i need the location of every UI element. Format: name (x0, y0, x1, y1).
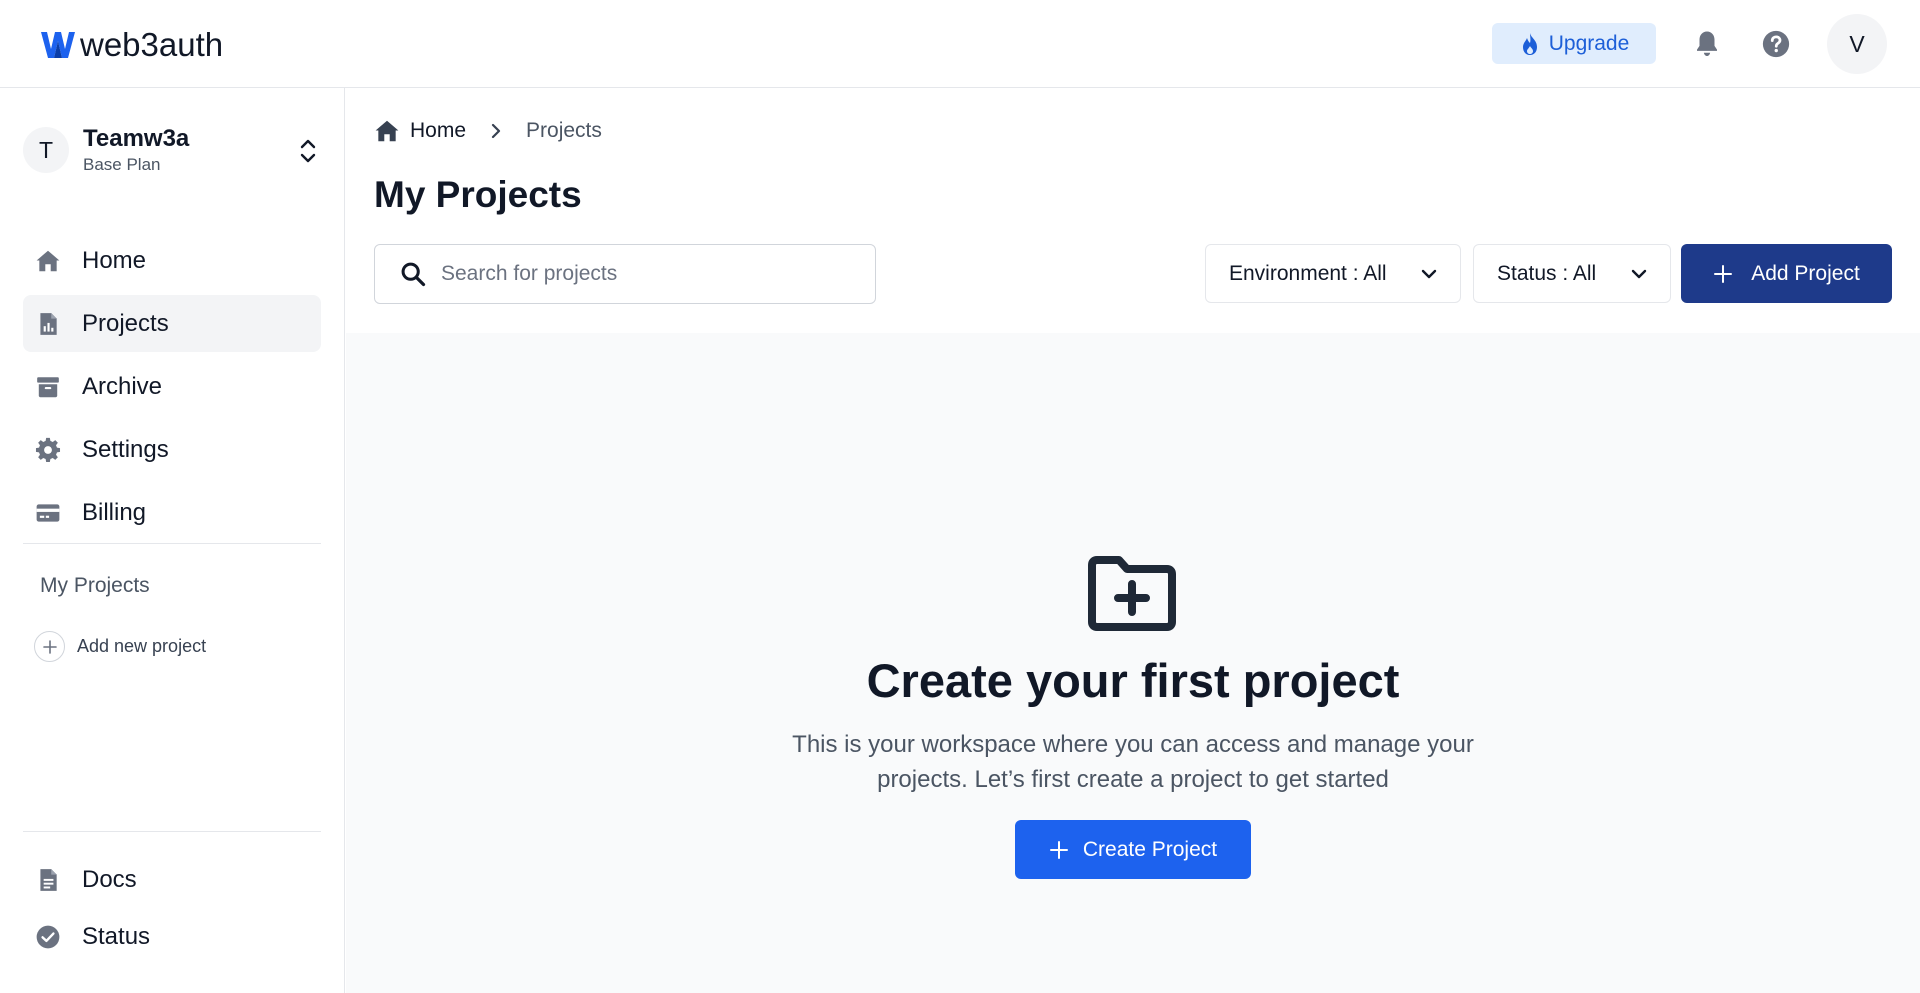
sidebar-item-label: Archive (82, 372, 163, 400)
sidebar-item-label: Docs (82, 866, 137, 893)
sidebar-bottom-nav: Docs Status (23, 854, 321, 968)
sidebar-item-projects[interactable]: Projects (23, 295, 321, 352)
upgrade-button[interactable]: Upgrade (1492, 23, 1656, 64)
notifications-button[interactable] (1689, 26, 1725, 62)
home-icon (36, 250, 60, 271)
add-new-project-circle (34, 631, 65, 662)
document-icon (40, 869, 57, 891)
add-project-button[interactable]: Add Project (1681, 244, 1892, 303)
sidebar-divider (23, 831, 321, 832)
search-input[interactable] (441, 262, 861, 286)
create-project-label: Create Project (1082, 837, 1218, 861)
home-icon (375, 120, 399, 142)
chevron-up-down-icon (300, 139, 316, 163)
folder-plus-icon (1088, 556, 1176, 631)
team-plan: Base Plan (83, 155, 161, 174)
add-new-project-button[interactable]: Add new project (34, 631, 206, 662)
sidebar-item-home[interactable]: Home (23, 232, 321, 289)
sidebar-item-label: Home (82, 246, 147, 274)
sidebar-item-status[interactable]: Status (23, 911, 321, 963)
team-avatar: T (23, 127, 69, 173)
sidebar: T Teamw3a Base Plan Home Projects Archiv… (0, 88, 345, 993)
sidebar-item-label: Billing (82, 498, 147, 526)
breadcrumb-home-link[interactable]: Home (410, 119, 466, 143)
status-filter-select[interactable]: Status : All (1473, 244, 1671, 303)
team-info: Teamw3a Base Plan (83, 124, 189, 176)
plus-icon (1049, 840, 1068, 859)
main-content: Home Projects My Projects Environment : … (346, 88, 1920, 993)
empty-state-title: Create your first project (866, 654, 1400, 707)
chevron-down-icon (1421, 269, 1437, 279)
sidebar-item-settings[interactable]: Settings (23, 421, 321, 478)
upgrade-label: Upgrade (1548, 31, 1630, 55)
breadcrumb: Home Projects (374, 118, 602, 144)
chevron-down-icon (1631, 269, 1647, 279)
team-name: Teamw3a (83, 125, 190, 152)
environment-filter-select[interactable]: Environment : All (1205, 244, 1461, 303)
sidebar-nav: Home Projects Archive Settings Billing (23, 232, 321, 547)
page-title: My Projects (374, 174, 582, 215)
sidebar-item-billing[interactable]: Billing (23, 484, 321, 541)
credit-card-icon (36, 503, 60, 522)
web3auth-logo[interactable]: web3auth (40, 26, 223, 64)
empty-state-description: This is your workspace where you can acc… (792, 731, 1474, 793)
help-icon (1762, 30, 1790, 58)
check-circle-icon (36, 925, 60, 949)
help-button[interactable] (1758, 26, 1794, 62)
projects-icon (40, 312, 57, 335)
search-box[interactable] (374, 244, 876, 304)
my-projects-section-title: My Projects (40, 574, 150, 597)
sidebar-item-docs[interactable]: Docs (23, 854, 321, 906)
brand-name: web3auth (80, 26, 224, 63)
archive-icon (37, 376, 59, 397)
sidebar-item-label: Settings (82, 435, 169, 463)
chevron-right-icon (491, 123, 501, 139)
sidebar-item-archive[interactable]: Archive (23, 358, 321, 415)
breadcrumb-current: Projects (526, 119, 602, 142)
top-header: web3auth Upgrade V (0, 0, 1920, 88)
create-project-button[interactable]: Create Project (1015, 820, 1251, 879)
search-icon (401, 262, 426, 287)
add-new-project-label: Add new project (77, 636, 207, 656)
sidebar-item-label: Projects (82, 309, 169, 337)
gear-icon (35, 437, 61, 462)
flame-icon (1522, 32, 1537, 55)
user-avatar[interactable]: V (1827, 14, 1887, 74)
bell-icon (1697, 31, 1717, 56)
web3auth-logo-icon (41, 32, 75, 58)
plus-icon (42, 639, 57, 654)
projects-empty-state: Create your first project This is your w… (346, 333, 1920, 993)
plus-icon (1714, 264, 1733, 283)
sidebar-divider (23, 543, 321, 544)
status-filter-label: Status : All (1497, 261, 1597, 285)
team-switcher[interactable]: T Teamw3a Base Plan (23, 122, 321, 178)
sidebar-item-label: Status (82, 923, 151, 950)
add-project-label: Add Project (1751, 261, 1860, 285)
environment-filter-label: Environment : All (1229, 261, 1387, 285)
